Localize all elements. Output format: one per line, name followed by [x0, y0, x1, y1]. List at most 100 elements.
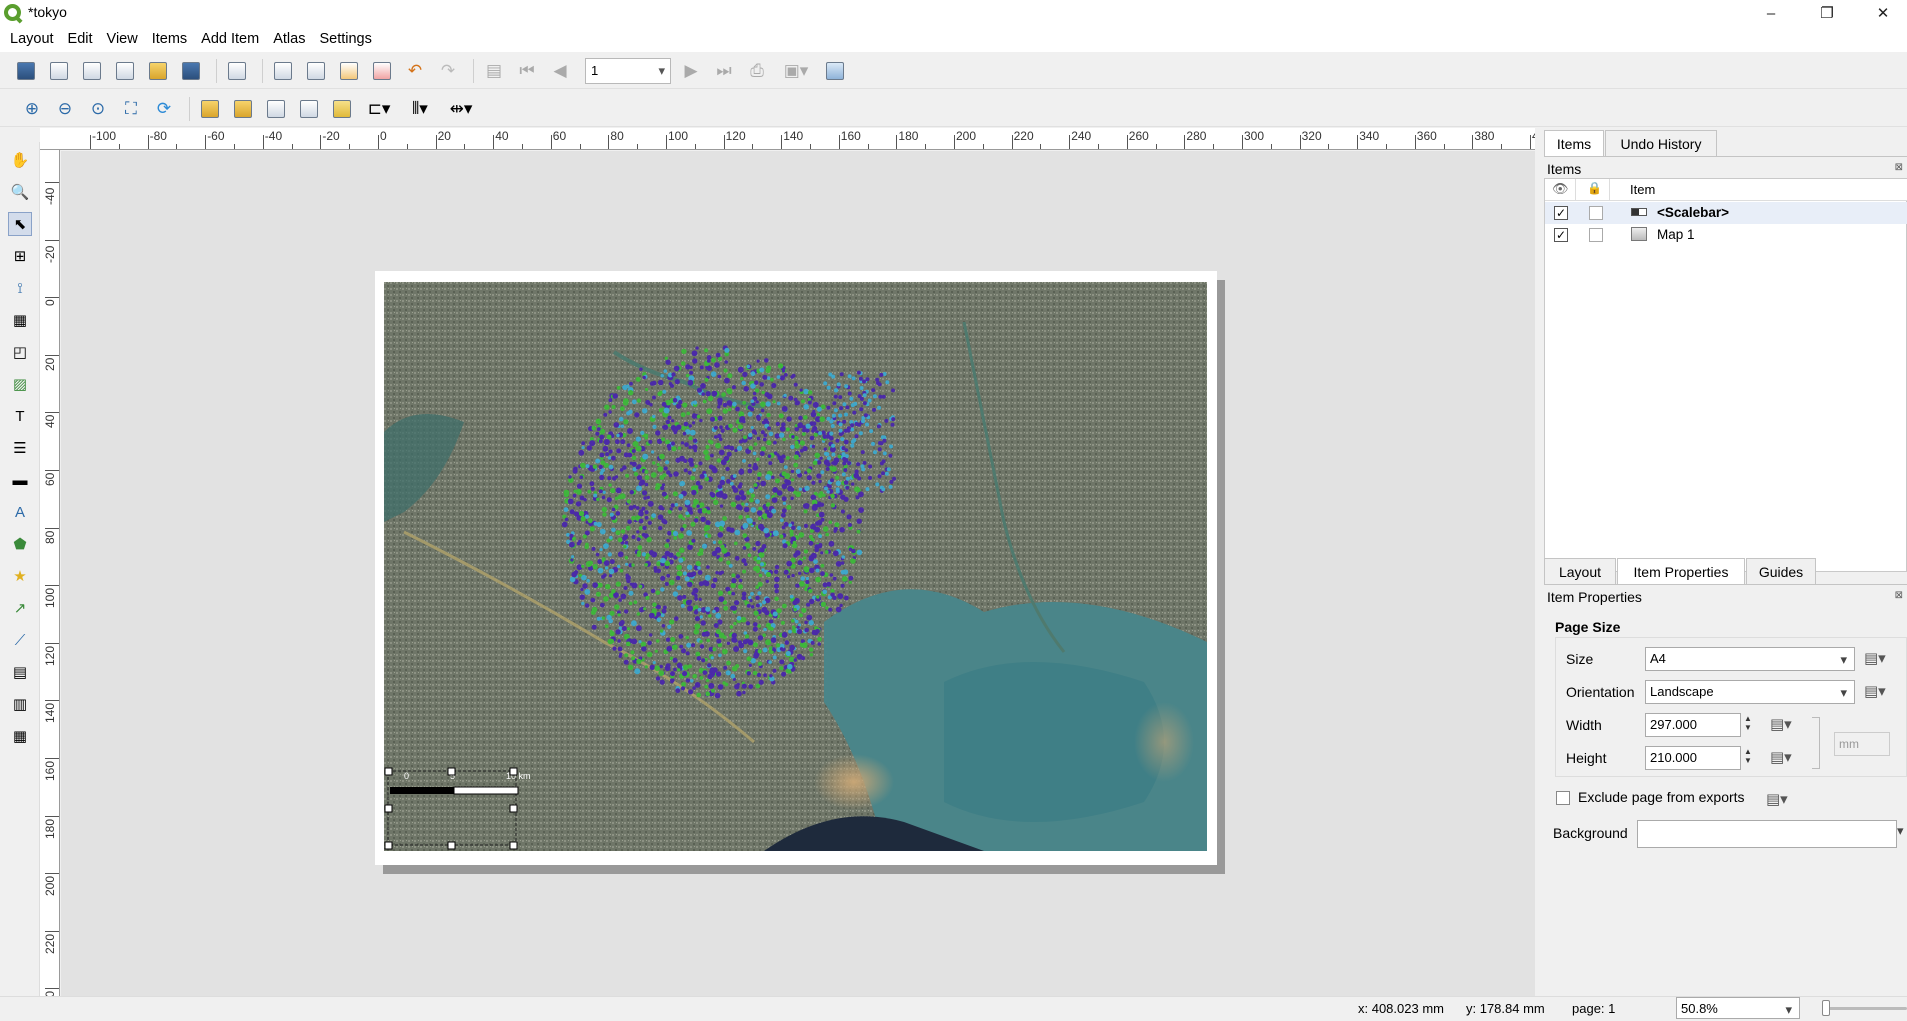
zoom-tool-icon[interactable]: 🔍 [8, 180, 32, 204]
add-shape-icon[interactable]: ⬟ [8, 532, 32, 556]
tab-undo-history[interactable]: Undo History [1605, 130, 1717, 156]
page-number-select[interactable]: 1 [585, 57, 671, 84]
zoom-slider-handle[interactable] [1822, 1000, 1830, 1016]
redo-icon[interactable]: ↷ [434, 57, 462, 85]
menu-add-item[interactable]: Add Item [194, 26, 266, 52]
report-settings-icon[interactable] [821, 57, 849, 85]
data-defined-override-icon[interactable]: ▤▾ [1864, 682, 1886, 700]
ungroup-items-icon[interactable] [295, 95, 323, 123]
add-label-icon[interactable]: T [8, 404, 32, 428]
close-button[interactable]: ✕ [1855, 0, 1907, 26]
height-stepper-icon[interactable]: ▲ ▼ [1744, 747, 1752, 765]
undo-icon[interactable]: ↶ [401, 57, 429, 85]
refresh-icon[interactable]: ⟳ [150, 95, 178, 123]
resize-handle[interactable] [509, 767, 518, 776]
new-layout-icon[interactable] [45, 57, 73, 85]
previous-feature-icon[interactable]: ◀ [546, 57, 574, 85]
add-arrow-icon[interactable]: ↗ [8, 596, 32, 620]
print-icon[interactable] [269, 57, 297, 85]
zoom-in-icon[interactable]: ⊕ [18, 95, 46, 123]
resize-handle[interactable] [384, 767, 393, 776]
last-feature-icon[interactable]: ⏭ [710, 57, 738, 85]
zoom-100-icon[interactable]: ⊙ [84, 95, 112, 123]
zoom-full-icon[interactable]: ⛶ [117, 95, 145, 123]
align-items-icon[interactable]: ⊏▾ [361, 95, 397, 123]
export-svg-icon[interactable] [335, 57, 363, 85]
exclude-page-checkbox[interactable] [1556, 791, 1570, 805]
table-row[interactable]: ✓ Map 1 [1545, 224, 1907, 246]
add-fixed-table-icon[interactable]: ▦ [8, 724, 32, 748]
width-input[interactable]: 297.000 [1645, 713, 1741, 737]
menu-settings[interactable]: Settings [312, 26, 378, 52]
first-feature-icon[interactable]: ⏮ [513, 57, 541, 85]
menu-items[interactable]: Items [145, 26, 194, 52]
visible-checkbox[interactable]: ✓ [1554, 228, 1568, 242]
resize-handle[interactable] [447, 841, 456, 850]
tab-item-properties[interactable]: Item Properties [1617, 558, 1745, 584]
resize-items-icon[interactable]: ⇹▾ [443, 95, 479, 123]
add-pages-icon[interactable] [223, 57, 251, 85]
zoom-out-icon[interactable]: ⊖ [51, 95, 79, 123]
maximize-button[interactable]: ❐ [1799, 0, 1855, 26]
lock-items-icon[interactable] [196, 95, 224, 123]
menu-view[interactable]: View [100, 26, 145, 52]
data-defined-override-icon[interactable]: ▤▾ [1766, 790, 1788, 808]
add-node-item-icon[interactable]: ⟋ [8, 628, 32, 652]
tab-items[interactable]: Items [1544, 130, 1604, 156]
export-atlas-icon[interactable]: ▣▾ [776, 57, 816, 85]
edit-nodes-icon[interactable]: ⟟ [8, 276, 32, 300]
dock-close-icon[interactable]: ⊠ [1895, 590, 1903, 601]
resize-handle[interactable] [447, 767, 456, 776]
select-move-icon[interactable]: ⬉ [8, 212, 32, 236]
resize-handle[interactable] [509, 804, 518, 813]
unlock-items-icon[interactable] [229, 95, 257, 123]
unit-select[interactable]: mm [1834, 732, 1890, 756]
print-atlas-icon[interactable]: ⎙ [743, 57, 771, 85]
add-scalebar-icon[interactable]: ▬ [8, 468, 32, 492]
duplicate-layout-icon[interactable] [78, 57, 106, 85]
add-north-arrow-icon[interactable]: A [8, 500, 32, 524]
resize-handle[interactable] [509, 841, 518, 850]
chevron-down-icon[interactable]: ▾ [1897, 823, 1904, 839]
add-attribute-table-icon[interactable]: ▥ [8, 692, 32, 716]
data-defined-override-icon[interactable]: ▤▾ [1864, 649, 1886, 667]
distribute-items-icon[interactable]: ⫴▾ [402, 95, 438, 123]
move-content-icon[interactable]: ⊞ [8, 244, 32, 268]
menu-layout[interactable]: Layout [3, 26, 61, 52]
open-template-icon[interactable] [144, 57, 172, 85]
menu-atlas[interactable]: Atlas [266, 26, 312, 52]
tab-layout[interactable]: Layout [1544, 558, 1616, 584]
pan-icon[interactable]: ✋ [8, 148, 32, 172]
orientation-select[interactable]: Landscape [1645, 680, 1855, 704]
table-row[interactable]: ✓ <Scalebar> [1545, 202, 1907, 224]
zoom-slider[interactable] [1822, 1007, 1907, 1010]
zoom-select[interactable]: 50.8% [1676, 997, 1800, 1021]
data-defined-override-icon[interactable]: ▤▾ [1770, 748, 1792, 766]
background-symbol-button[interactable] [1637, 820, 1897, 848]
map-item[interactable]: 0 5 10 km [384, 282, 1207, 851]
data-defined-override-icon[interactable]: ▤▾ [1770, 715, 1792, 733]
next-feature-icon[interactable]: ▶ [677, 57, 705, 85]
width-stepper-icon[interactable]: ▲ ▼ [1744, 714, 1752, 732]
size-select[interactable]: A4 [1645, 647, 1855, 671]
add-legend-icon[interactable]: ☰ [8, 436, 32, 460]
lock-checkbox[interactable] [1589, 228, 1603, 242]
atlas-settings-icon[interactable]: ▤ [480, 57, 508, 85]
raise-items-icon[interactable] [328, 95, 356, 123]
add-marker-icon[interactable]: ★ [8, 564, 32, 588]
save-template-icon[interactable] [177, 57, 205, 85]
dock-close-icon[interactable]: ⊠ [1895, 162, 1903, 173]
add-html-icon[interactable]: ▤ [8, 660, 32, 684]
visible-checkbox[interactable]: ✓ [1554, 206, 1568, 220]
resize-handle[interactable] [384, 841, 393, 850]
group-items-icon[interactable] [262, 95, 290, 123]
height-input[interactable]: 210.000 [1645, 746, 1741, 770]
export-pdf-icon[interactable] [368, 57, 396, 85]
menu-edit[interactable]: Edit [61, 26, 100, 52]
save-icon[interactable] [12, 57, 40, 85]
add-picture-icon[interactable]: ▨ [8, 372, 32, 396]
add-3d-map-icon[interactable]: ◰ [8, 340, 32, 364]
export-image-icon[interactable] [302, 57, 330, 85]
resize-handle[interactable] [384, 804, 393, 813]
tab-guides[interactable]: Guides [1746, 558, 1816, 584]
